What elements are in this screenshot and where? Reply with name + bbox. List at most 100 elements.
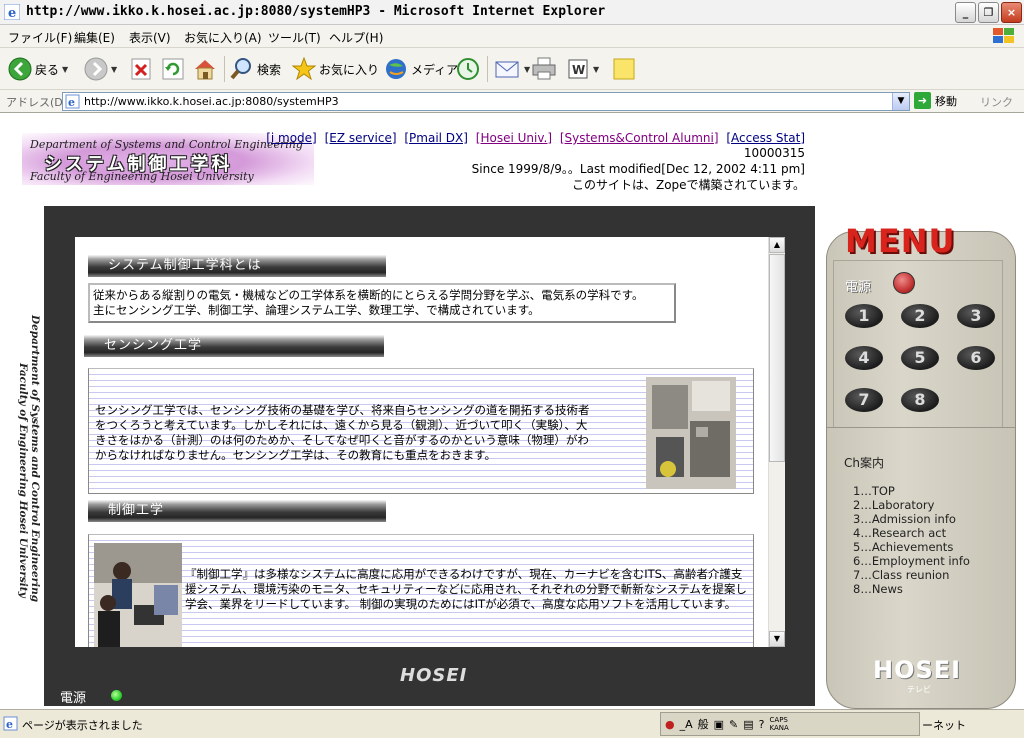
- content-scrollbar[interactable]: ▲ ▼: [768, 237, 785, 647]
- refresh-button[interactable]: [162, 55, 184, 83]
- logo-line3: Faculty of Engineering Hosei University: [30, 170, 254, 183]
- toolbar-separator: [224, 56, 225, 82]
- link-hosei-univ[interactable]: [Hosei Univ.]: [476, 131, 552, 145]
- channel-button-2[interactable]: 2: [901, 304, 939, 328]
- channel-button-4[interactable]: 4: [845, 346, 883, 370]
- menu-favorites[interactable]: お気に入り(A): [184, 29, 262, 46]
- section-heading: センシング工学: [84, 335, 384, 357]
- channel-guide-item[interactable]: 2…Laboratory: [853, 498, 970, 512]
- ime-help-icon[interactable]: ?: [759, 718, 765, 731]
- edit-dropdown-icon[interactable]: ▼: [593, 65, 599, 74]
- ime-tool-icon[interactable]: ✎: [729, 718, 738, 731]
- refresh-icon: [162, 58, 184, 80]
- stop-button[interactable]: [131, 55, 151, 83]
- toolbar-separator: [487, 56, 488, 82]
- star-icon: [292, 57, 316, 81]
- address-label: アドレス(D): [6, 96, 68, 109]
- search-button[interactable]: 検索: [230, 55, 281, 83]
- channel-guide-item[interactable]: 6…Employment info: [853, 554, 970, 568]
- ime-mode[interactable]: 般: [698, 716, 709, 732]
- ime-a-icon[interactable]: _A: [680, 718, 693, 731]
- forward-arrow-icon: [84, 57, 108, 81]
- section-heading: システム制御工学科とは: [88, 255, 386, 277]
- scroll-up-icon[interactable]: ▲: [769, 237, 785, 253]
- toolbar: 戻る ▼ ▼ 検索 お気に入り メディア ▼ W ▼: [0, 48, 1024, 90]
- link-alumni[interactable]: [Systems&Control Alumni]: [560, 131, 719, 145]
- channel-button-1[interactable]: 1: [845, 304, 883, 328]
- history-icon: [457, 58, 479, 80]
- power-led-icon: [111, 690, 122, 701]
- channel-guide-item[interactable]: 7…Class reunion: [853, 568, 970, 582]
- title-bar: e http://www.ikko.k.hosei.ac.jp:8080/sys…: [0, 0, 1024, 25]
- address-input[interactable]: e http://www.ikko.k.hosei.ac.jp:8080/sys…: [62, 92, 910, 111]
- menu-help[interactable]: ヘルプ(H): [329, 29, 383, 46]
- link-imode[interactable]: [i mode]: [266, 131, 317, 145]
- svg-text:e: e: [6, 718, 13, 731]
- channel-guide-item[interactable]: 4…Research act: [853, 526, 970, 540]
- stop-icon: [131, 58, 151, 80]
- mail-button[interactable]: ▼: [495, 55, 530, 83]
- channel-button-8[interactable]: 8: [901, 388, 939, 412]
- minimize-button[interactable]: _: [955, 2, 976, 23]
- tv-power-label: 電源: [60, 691, 87, 706]
- menu-file[interactable]: ファイル(F): [8, 29, 72, 46]
- home-button[interactable]: [193, 55, 217, 83]
- print-button[interactable]: [531, 55, 557, 83]
- channel-button-5[interactable]: 5: [901, 346, 939, 370]
- address-dropdown-icon[interactable]: ▼: [892, 93, 909, 110]
- scroll-thumb[interactable]: [769, 254, 785, 462]
- edit-button[interactable]: W ▼: [568, 55, 599, 83]
- restore-button[interactable]: ❐: [978, 2, 999, 23]
- discuss-button[interactable]: [612, 55, 636, 83]
- go-button[interactable]: ➜ 移動: [914, 92, 957, 109]
- address-bar: アドレス(D) e http://www.ikko.k.hosei.ac.jp:…: [0, 90, 1024, 113]
- link-ez-service[interactable]: [EZ service]: [325, 131, 397, 145]
- menu-edit[interactable]: 編集(E): [74, 29, 115, 46]
- remote-power-button[interactable]: [893, 272, 915, 294]
- channel-button-3[interactable]: 3: [957, 304, 995, 328]
- media-label: メディア: [411, 62, 459, 77]
- remote-brand-sub: テレビ: [907, 685, 931, 694]
- channel-guide-item[interactable]: 5…Achievements: [853, 540, 970, 554]
- section-heading: 制御工学: [88, 500, 386, 522]
- search-icon: [230, 58, 251, 80]
- mail-dropdown-icon[interactable]: ▼: [524, 65, 530, 74]
- favorites-button[interactable]: お気に入り: [292, 55, 379, 83]
- intro-text-2: 主にセンシング工学、制御工学、論理システム工学、数理工学、で構成されています。: [93, 303, 540, 317]
- ime-icon[interactable]: ●: [665, 718, 675, 731]
- ime-pad-icon[interactable]: ▤: [743, 718, 753, 731]
- media-icon: [386, 59, 406, 79]
- back-label: 戻る: [35, 62, 60, 77]
- vertical-line1: Department of Systems and Control Engine…: [29, 314, 41, 602]
- address-url: http://www.ikko.k.hosei.ac.jp:8080/syste…: [84, 95, 339, 108]
- ime-toolbar[interactable]: ● _A 般 ▣ ✎ ▤ ? CAPS KANA: [660, 712, 920, 736]
- mail-icon: [495, 61, 519, 78]
- channel-guide-item[interactable]: 1…TOP: [853, 484, 970, 498]
- channel-guide-item[interactable]: 8…News: [853, 582, 970, 596]
- menu-view[interactable]: 表示(V): [129, 29, 171, 46]
- channel-button-7[interactable]: 7: [845, 388, 883, 412]
- zope-note: このサイトは、Zopeで構築されています。: [571, 178, 805, 192]
- links-button[interactable]: リンク: [980, 94, 1013, 110]
- close-button[interactable]: ×: [1001, 2, 1022, 23]
- link-pmail-dx[interactable]: [Pmail DX]: [404, 131, 468, 145]
- forward-button[interactable]: ▼: [84, 55, 117, 83]
- remote-divider: [827, 427, 1015, 428]
- history-button[interactable]: [456, 55, 480, 83]
- tv-screen: システム制御工学科とは 従来からある縦割りの電気・機械などの工学体系を横断的にと…: [75, 237, 785, 647]
- menu-tools[interactable]: ツール(T): [268, 29, 321, 46]
- back-dropdown-icon[interactable]: ▼: [62, 65, 68, 74]
- channel-guide-item[interactable]: 3…Admission info: [853, 512, 970, 526]
- ime-dictionary-icon[interactable]: ▣: [714, 718, 724, 731]
- back-button[interactable]: 戻る ▼: [8, 55, 68, 83]
- forward-dropdown-icon[interactable]: ▼: [111, 65, 117, 74]
- control-lab-photo: [94, 543, 182, 647]
- remote-power-label: 電源: [845, 280, 872, 295]
- back-arrow-icon: [8, 57, 32, 81]
- link-access-stat[interactable]: [Access Stat]: [726, 131, 805, 145]
- media-button[interactable]: メディア: [384, 55, 458, 83]
- channel-button-6[interactable]: 6: [957, 346, 995, 370]
- svg-text:e: e: [8, 6, 16, 20]
- scroll-down-icon[interactable]: ▼: [769, 631, 785, 647]
- control-box: 『制御工学』は多様なシステムに高度に応用ができるわけですが、現在、カーナビを含む…: [88, 534, 754, 647]
